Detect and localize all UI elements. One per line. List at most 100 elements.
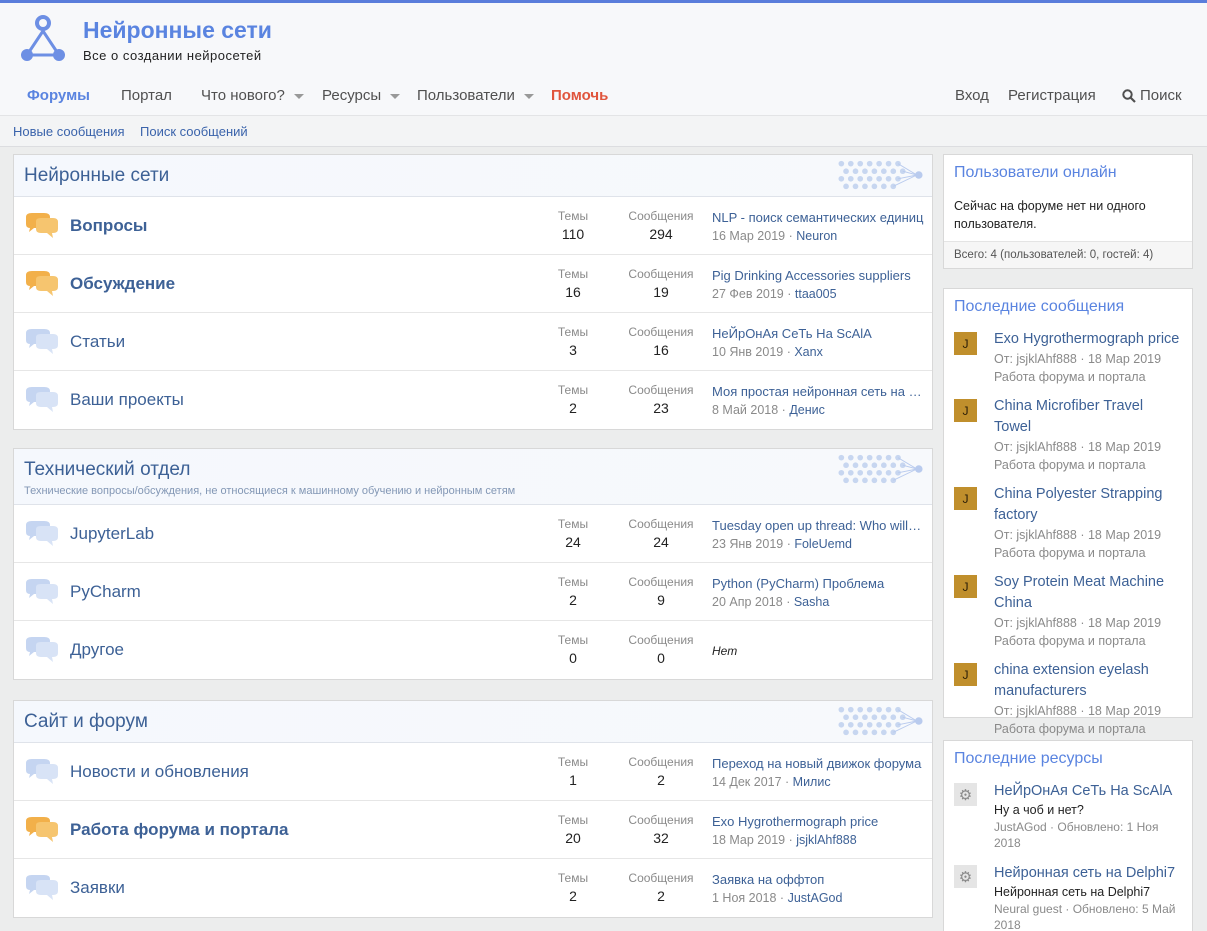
last-post-title[interactable]: Заявка на оффтоп bbox=[712, 872, 924, 887]
last-post-title[interactable]: Exo Hygrothermograph price bbox=[712, 814, 924, 829]
avatar[interactable]: J bbox=[954, 332, 977, 355]
last-post-user[interactable]: Денис bbox=[789, 403, 825, 417]
post-forum[interactable]: Работа форума и портала bbox=[994, 544, 1182, 562]
logo-icon[interactable] bbox=[20, 13, 66, 63]
register-link[interactable]: Регистрация bbox=[1008, 87, 1096, 104]
last-post-date[interactable]: 1 Ноя 2018 bbox=[712, 891, 776, 905]
forum-read-icon[interactable] bbox=[24, 521, 60, 547]
nav-portal[interactable]: Портал bbox=[121, 87, 172, 104]
last-post-user[interactable]: FoleUemd bbox=[794, 537, 852, 551]
last-post-date[interactable]: 27 Фев 2019 bbox=[712, 287, 784, 301]
forum-title[interactable]: Работа форума и портала bbox=[70, 820, 289, 840]
forum-unread-icon[interactable] bbox=[24, 271, 60, 297]
chevron-down-icon[interactable] bbox=[523, 94, 534, 99]
search-button[interactable]: Поиск bbox=[1122, 87, 1182, 104]
last-post-date[interactable]: 14 Дек 2017 bbox=[712, 775, 782, 789]
forum-title[interactable]: Обсуждение bbox=[70, 274, 175, 294]
post-title[interactable]: China Polyester Strapping factory bbox=[994, 484, 1182, 526]
gear-icon[interactable]: ⚙ bbox=[954, 865, 977, 888]
widget-title[interactable]: Пользователи онлайн bbox=[944, 155, 1192, 191]
last-post-title[interactable]: Tuesday open up thread: Who will be bbox=[712, 518, 924, 533]
post-forum[interactable]: Работа форума и портала bbox=[994, 456, 1182, 474]
neural-deco-icon bbox=[838, 160, 924, 190]
last-post-title[interactable]: НеЙрОнАя СеТь На ScAlA bbox=[712, 326, 924, 341]
avatar[interactable]: J bbox=[954, 663, 977, 686]
forum-title[interactable]: JupyterLab bbox=[70, 524, 154, 544]
last-post-date[interactable]: 16 Мар 2019 bbox=[712, 229, 785, 243]
forum-read-icon[interactable] bbox=[24, 387, 60, 413]
last-post-title[interactable]: Переход на новый движок форума bbox=[712, 756, 924, 771]
last-post-title[interactable]: Моя простая нейронная сеть на java bbox=[712, 384, 924, 399]
forum-title[interactable]: Вопросы bbox=[70, 216, 147, 236]
last-post-user[interactable]: Sasha bbox=[794, 595, 829, 609]
avatar[interactable]: J bbox=[954, 399, 977, 422]
nav-help[interactable]: Помочь bbox=[551, 87, 608, 104]
forum-title[interactable]: Новости и обновления bbox=[70, 762, 249, 782]
category-title[interactable]: Нейронные сети bbox=[24, 165, 169, 187]
latest-post-item: J Exo Hygrothermograph price От: jsjklAh… bbox=[954, 329, 1182, 386]
forum-row: Ваши проекты Темы 2 Сообщения 23 Моя прост… bbox=[14, 371, 932, 429]
chevron-down-icon[interactable] bbox=[390, 94, 401, 99]
widget-title[interactable]: Последние ресурсы bbox=[944, 741, 1192, 777]
last-post-date[interactable]: 20 Апр 2018 bbox=[712, 595, 783, 609]
last-post-user[interactable]: jsjklAhf888 bbox=[796, 833, 856, 847]
last-post-user[interactable]: JustAGod bbox=[788, 891, 843, 905]
last-post: Моя простая нейронная сеть на java 8 Май… bbox=[712, 384, 924, 417]
forum-read-icon[interactable] bbox=[24, 329, 60, 355]
topics-count: Темы 3 bbox=[557, 325, 589, 358]
last-post: Заявка на оффтоп 1 Ноя 2018 · JustAGod bbox=[712, 872, 924, 905]
last-post-date[interactable]: 8 Май 2018 bbox=[712, 403, 778, 417]
site-title[interactable]: Нейронные сети bbox=[83, 17, 272, 44]
online-total: Всего: 4 (пользователей: 0, гостей: 4) bbox=[944, 241, 1192, 268]
forum-title[interactable]: Другое bbox=[70, 640, 124, 660]
post-title[interactable]: China Microfiber Travel Towel bbox=[994, 396, 1182, 438]
forum-row: Другое Темы 0 Сообщения 0 Нет bbox=[14, 621, 932, 679]
post-title[interactable]: Exo Hygrothermograph price bbox=[994, 329, 1182, 350]
last-post-user[interactable]: ttaa005 bbox=[795, 287, 837, 301]
search-posts-link[interactable]: Поиск сообщений bbox=[140, 124, 248, 139]
resource-title[interactable]: Нейронная сеть на Delphi7 bbox=[994, 863, 1182, 883]
last-post-title[interactable]: Pig Drinking Accessories suppliers bbox=[712, 268, 924, 283]
category-title[interactable]: Сайт и форум bbox=[24, 711, 148, 733]
forum-title[interactable]: PyCharm bbox=[70, 582, 141, 602]
forum-title[interactable]: Ваши проекты bbox=[70, 390, 184, 410]
messages-count: Сообщения 0 bbox=[628, 633, 694, 666]
avatar[interactable]: J bbox=[954, 487, 977, 510]
login-link[interactable]: Вход bbox=[955, 87, 989, 104]
forum-read-icon[interactable] bbox=[24, 875, 60, 901]
post-title[interactable]: china extension eyelash manufacturers bbox=[994, 660, 1182, 702]
nav-whats-new[interactable]: Что нового? bbox=[201, 87, 304, 104]
last-post-date[interactable]: 10 Янв 2019 bbox=[712, 345, 783, 359]
last-post-user[interactable]: Милис bbox=[793, 775, 831, 789]
new-posts-link[interactable]: Новые сообщения bbox=[13, 124, 125, 139]
chevron-down-icon[interactable] bbox=[293, 94, 304, 99]
widget-title[interactable]: Последние сообщения bbox=[944, 289, 1192, 325]
forum-read-icon[interactable] bbox=[24, 637, 60, 663]
nav-forums[interactable]: Форумы bbox=[27, 87, 90, 104]
last-post: НеЙрОнАя СеТь На ScAlA 10 Янв 2019 · Xan… bbox=[712, 326, 924, 359]
forum-unread-icon[interactable] bbox=[24, 213, 60, 239]
nav-resources[interactable]: Ресурсы bbox=[322, 87, 401, 104]
last-post-user[interactable]: Xanx bbox=[794, 345, 823, 359]
forum-unread-icon[interactable] bbox=[24, 817, 60, 843]
latest-posts-widget: Последние сообщения J Exo Hygrothermogra… bbox=[943, 288, 1193, 736]
post-forum[interactable]: Работа форума и портала bbox=[994, 720, 1182, 738]
gear-icon[interactable]: ⚙ bbox=[954, 783, 977, 806]
post-forum[interactable]: Работа форума и портала bbox=[994, 632, 1182, 650]
post-title[interactable]: Soy Protein Meat Machine China bbox=[994, 572, 1182, 614]
nav-users[interactable]: Пользователи bbox=[417, 87, 534, 104]
forum-title[interactable]: Заявки bbox=[70, 878, 125, 898]
forum-title[interactable]: Статьи bbox=[70, 332, 125, 352]
forum-read-icon[interactable] bbox=[24, 759, 60, 785]
last-post-title[interactable]: NLP - поиск семантических единиц bbox=[712, 210, 924, 225]
category-title[interactable]: Технический отдел bbox=[24, 459, 190, 481]
forum-row: Работа форума и портала Темы 20 Сообщения… bbox=[14, 801, 932, 859]
forum-read-icon[interactable] bbox=[24, 579, 60, 605]
last-post-date[interactable]: 18 Мар 2019 bbox=[712, 833, 785, 847]
last-post-date[interactable]: 23 Янв 2019 bbox=[712, 537, 783, 551]
last-post-title[interactable]: Python (PyCharm) Проблема bbox=[712, 576, 924, 591]
resource-title[interactable]: НеЙрОнАя СеТь На ScAlA bbox=[994, 781, 1182, 801]
post-forum[interactable]: Работа форума и портала bbox=[994, 368, 1182, 386]
avatar[interactable]: J bbox=[954, 575, 977, 598]
last-post-user[interactable]: Neuron bbox=[796, 229, 837, 243]
